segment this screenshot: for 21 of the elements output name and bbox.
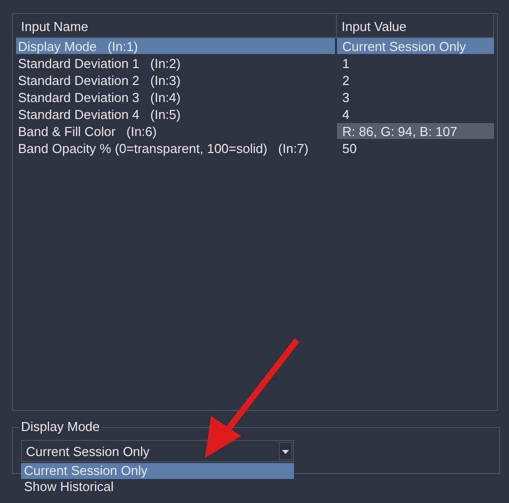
dropdown-option[interactable]: Show Historical xyxy=(21,479,294,495)
dropdown-option[interactable]: Current Session Only xyxy=(21,463,294,479)
input-name-cell[interactable]: Display Mode (In:1) xyxy=(16,38,336,54)
caret-icon xyxy=(279,442,292,460)
input-name-cell[interactable]: Standard Deviation 3 (In:4) xyxy=(16,89,336,105)
input-name-cell[interactable]: Band & Fill Color (In:6) xyxy=(16,123,336,139)
input-name-cell[interactable]: Standard Deviation 4 (In:5) xyxy=(16,106,336,122)
group-title: Display Mode xyxy=(19,419,102,434)
input-value-cell[interactable]: 1 xyxy=(337,55,494,71)
input-value-cell[interactable]: 3 xyxy=(337,89,494,105)
input-value-cell[interactable]: R: 86, G: 94, B: 107 xyxy=(337,123,494,139)
display-mode-dropdown[interactable]: Current Session Only xyxy=(21,440,294,462)
input-name-cell[interactable]: Band Opacity % (0=transparent, 100=solid) (In:7) xyxy=(16,140,336,156)
input-value-cell[interactable]: 2 xyxy=(337,72,494,88)
input-value-cell[interactable]: 50 xyxy=(337,140,494,156)
input-name-cell[interactable]: Standard Deviation 2 (In:3) xyxy=(16,72,336,88)
input-value-cell[interactable]: Current Session Only xyxy=(337,38,494,54)
input-name-cell[interactable]: Standard Deviation 1 (In:2) xyxy=(16,55,336,71)
column-header[interactable]: Input Value xyxy=(336,15,494,37)
input-value-cell[interactable]: 4 xyxy=(337,106,494,122)
column-header[interactable]: Input Name xyxy=(16,15,337,37)
